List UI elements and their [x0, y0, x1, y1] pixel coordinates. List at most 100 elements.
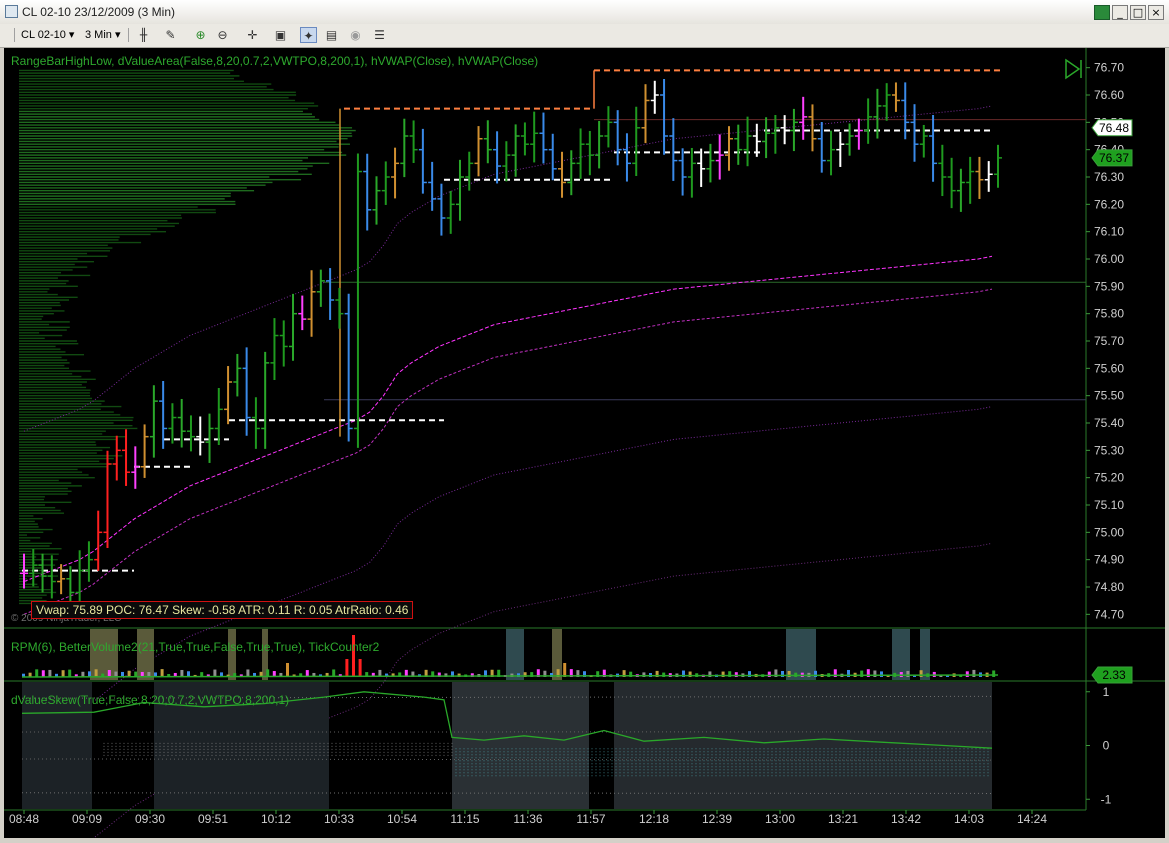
price-tick-label: 74.70 — [1094, 607, 1124, 621]
price-bar — [539, 113, 547, 164]
price-bar — [196, 416, 204, 455]
price-bar — [966, 157, 974, 204]
volume-bar — [68, 670, 71, 677]
volume-bar — [345, 659, 348, 677]
indicator-status-box: Vwap: 75.89 POC: 76.47 Skew: -0.58 ATR: … — [31, 601, 413, 619]
bar-type-icon[interactable]: ╫ — [135, 27, 152, 43]
data-box-icon[interactable]: ☰ — [371, 27, 388, 43]
time-tick-label: 10:12 — [261, 812, 291, 826]
price-tick-label: 75.00 — [1094, 525, 1124, 539]
price-bar — [76, 550, 84, 607]
time-tick-label: 12:18 — [639, 812, 669, 826]
link-icon[interactable] — [1094, 5, 1110, 20]
price-tick-label: 75.30 — [1094, 443, 1124, 457]
volume-bar — [42, 670, 45, 677]
crosshair-icon[interactable]: ✛ — [244, 27, 261, 43]
price-bar — [141, 424, 149, 478]
properties-icon[interactable]: ▣ — [272, 27, 289, 43]
minimize-button[interactable]: _ — [1112, 5, 1128, 20]
last-price-marker-label: 76.37 — [1099, 151, 1129, 165]
price-bar — [762, 117, 770, 158]
price-bar — [957, 169, 965, 212]
time-tick-label: 09:09 — [72, 812, 102, 826]
price-bar — [827, 131, 835, 176]
maximize-button[interactable]: □ — [1130, 5, 1146, 20]
instrument-selector[interactable]: CL 02-10 ▾ — [21, 27, 74, 43]
price-bar — [113, 436, 121, 481]
price-tick-label: 75.90 — [1094, 279, 1124, 293]
zoom-in-icon[interactable]: ⊕ — [192, 27, 209, 43]
price-bar — [391, 148, 399, 199]
indicators-icon[interactable]: ▤ — [323, 27, 340, 43]
zoom-out-icon[interactable]: ⊖ — [214, 27, 231, 43]
instrument-label: CL 02-10 — [21, 29, 66, 41]
price-bar — [502, 141, 510, 181]
chart-toolbar: CL 02-10 ▾ 3 Min ▾ ╫ ✎ ⊕ ⊖ ✛ ▣ ✦ ▤ ◉ ☰ — [0, 24, 1169, 48]
period-label: 3 Min — [85, 29, 112, 41]
price-bar — [243, 347, 251, 435]
price-bar — [623, 133, 631, 181]
time-tick-label: 10:54 — [387, 812, 417, 826]
price-bar — [187, 415, 195, 451]
price-bar — [558, 152, 566, 198]
price-bar — [632, 107, 640, 176]
volume-bar — [966, 671, 969, 677]
drawing-pencil-icon[interactable]: ✎ — [162, 27, 179, 43]
time-tick-label: 14:24 — [1017, 812, 1047, 826]
volume-bar — [48, 670, 51, 677]
price-bar — [465, 152, 473, 191]
price-bar — [456, 160, 464, 221]
price-bar — [697, 149, 705, 187]
title-bar[interactable]: CL 02-10 23/12/2009 (3 Min) _ □ × — [0, 0, 1169, 25]
price-bar — [419, 129, 427, 194]
volume-value-marker-label: 2.33 — [1102, 668, 1126, 682]
price-bar — [948, 158, 956, 208]
chart-canvas[interactable]: 76.7076.6076.5076.4076.3076.2076.1076.00… — [4, 48, 1165, 838]
price-bar — [57, 564, 65, 594]
volume-bar — [95, 669, 98, 677]
price-bar — [642, 84, 650, 143]
time-tick-label: 10:33 — [324, 812, 354, 826]
price-bar — [836, 132, 844, 167]
price-bar — [660, 79, 668, 155]
price-bar — [651, 81, 659, 114]
period-selector[interactable]: 3 Min ▾ — [85, 27, 120, 43]
price-bar — [168, 403, 176, 443]
price-bar — [317, 270, 325, 307]
price-bar — [363, 154, 371, 231]
volume-bar — [161, 669, 164, 677]
price-bar — [567, 150, 575, 195]
price-bar — [549, 134, 557, 180]
time-tick-label: 13:00 — [765, 812, 795, 826]
strategy-icon[interactable]: ✦ — [300, 27, 317, 43]
skew-tick-label: -1 — [1101, 792, 1112, 806]
price-bar — [985, 161, 993, 192]
chart-area[interactable]: 76.7076.6076.5076.4076.3076.2076.1076.00… — [4, 48, 1165, 838]
price-bar — [215, 388, 223, 445]
price-bar — [484, 120, 492, 163]
price-bar — [252, 397, 260, 449]
price-bar — [669, 118, 677, 181]
price-bar — [428, 162, 436, 211]
time-tick-label: 08:48 — [9, 812, 39, 826]
price-bar — [122, 429, 130, 486]
time-tick-label: 13:42 — [891, 812, 921, 826]
price-tick-label: 75.70 — [1094, 334, 1124, 348]
volume-bar — [873, 671, 876, 677]
chart-window: CL 02-10 23/12/2009 (3 Min) _ □ × CL 02-… — [0, 0, 1169, 843]
price-bar — [85, 541, 93, 581]
price-bar — [604, 106, 612, 147]
close-button[interactable]: × — [1148, 5, 1164, 20]
price-bar — [725, 126, 733, 171]
record-icon[interactable]: ◉ — [347, 27, 364, 43]
volume-bar — [906, 671, 909, 677]
volume-highlight-region — [506, 629, 524, 680]
price-bar — [521, 122, 529, 155]
price-bar — [233, 354, 241, 396]
volume-bar — [920, 670, 923, 677]
volume-bar — [286, 663, 289, 677]
volume-bar — [62, 670, 65, 677]
price-bar — [595, 121, 603, 168]
skew-panel-indicators-label: dValueSkew(True,False,8,20,0.7,2,VWTPO,8… — [11, 693, 289, 707]
volume-panel-indicators-label: RPM(6), BetterVolume2(21,True,True,False… — [11, 640, 379, 654]
